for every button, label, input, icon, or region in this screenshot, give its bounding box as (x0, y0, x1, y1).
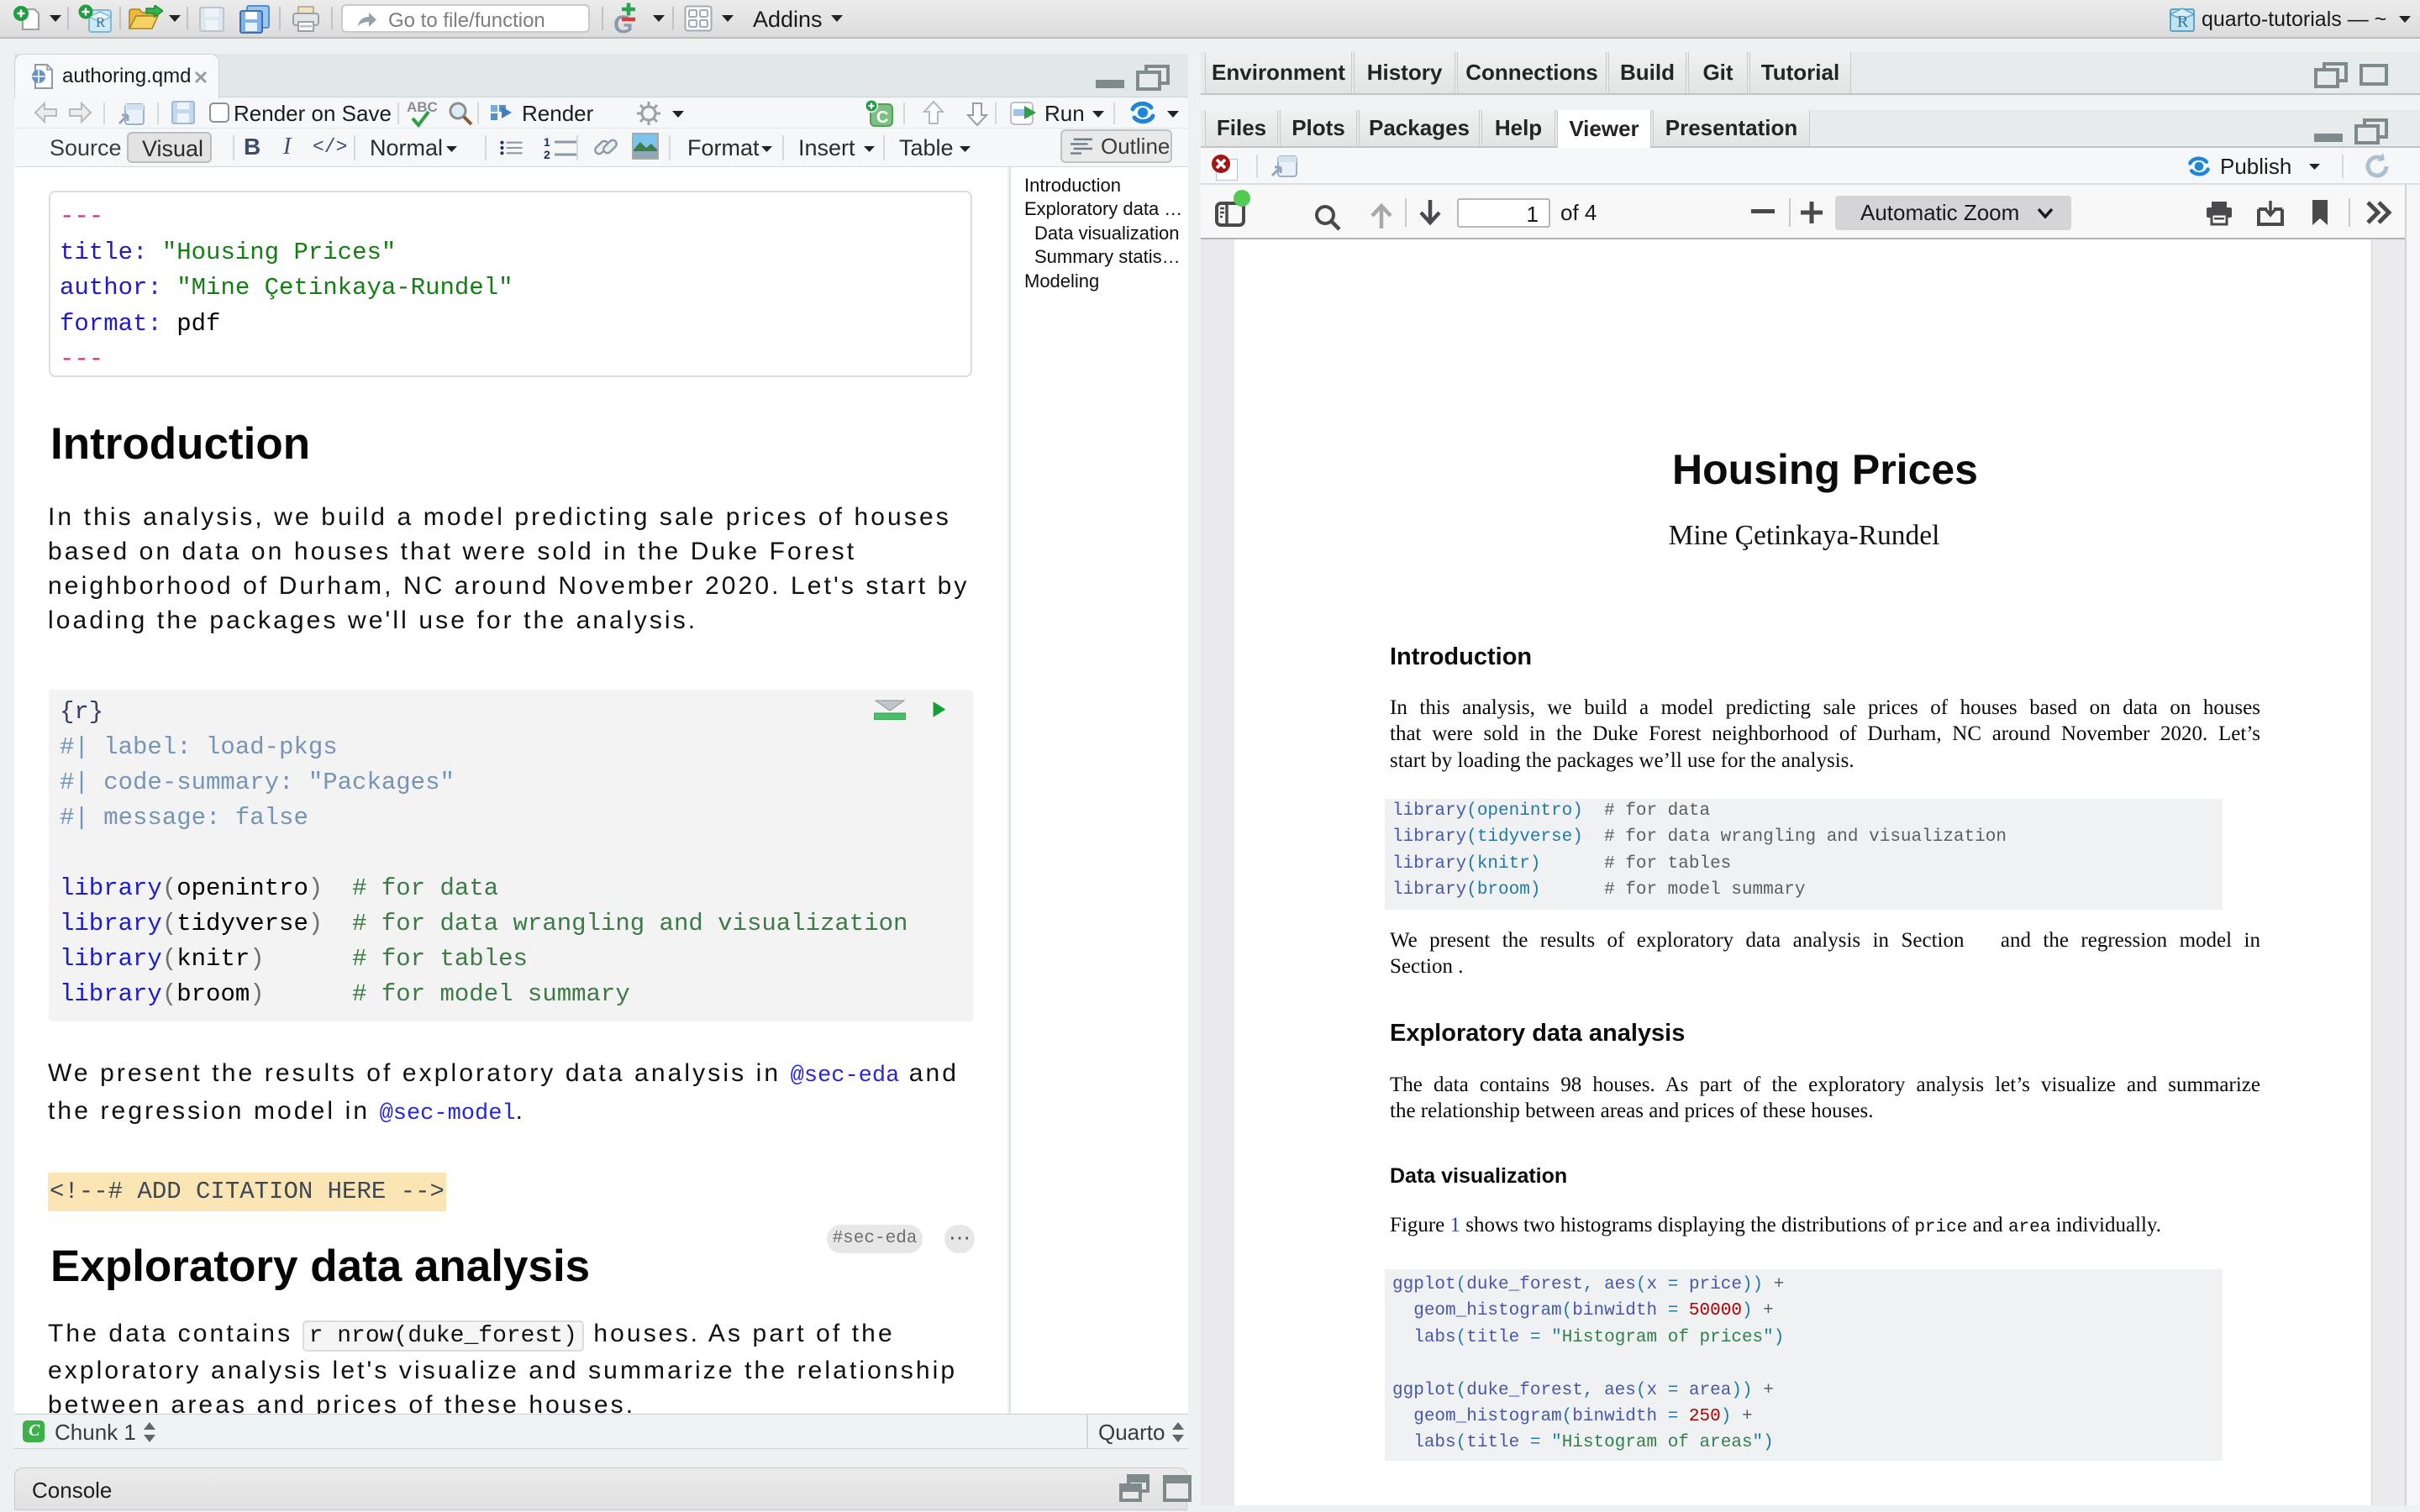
svg-text:R: R (2177, 13, 2189, 31)
svg-text:C: C (876, 108, 888, 127)
svg-text:2: 2 (544, 148, 550, 159)
svg-text:1: 1 (544, 137, 550, 149)
svg-text:R: R (96, 14, 106, 30)
svg-text:ABC: ABC (407, 99, 438, 115)
